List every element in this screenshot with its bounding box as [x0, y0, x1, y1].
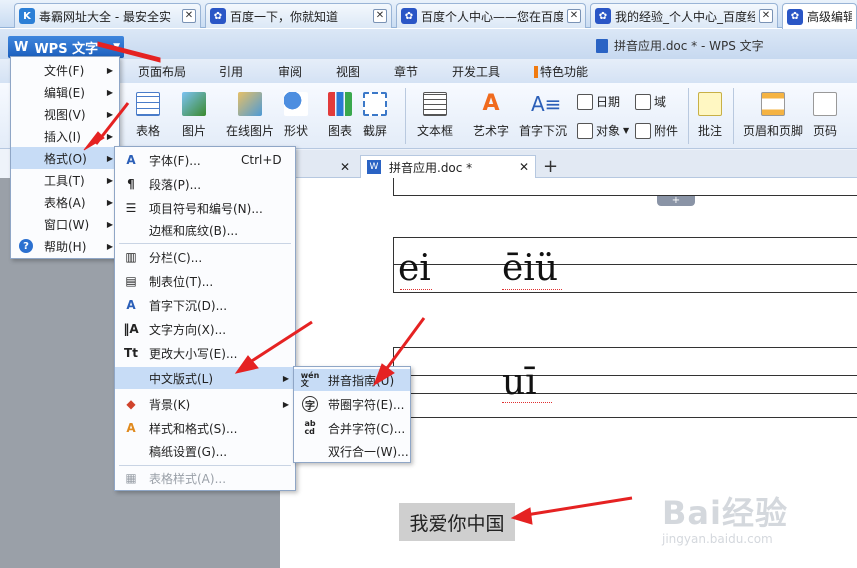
red-arrow	[83, 131, 105, 151]
red-arrow	[373, 363, 395, 387]
red-arrow	[510, 507, 533, 525]
red-arrow	[97, 41, 161, 63]
annotation-arrows	[83, 41, 633, 525]
red-arrow	[380, 317, 426, 376]
red-arrow	[525, 496, 633, 517]
red-arrow	[243, 320, 313, 368]
red-arrow	[94, 102, 130, 145]
